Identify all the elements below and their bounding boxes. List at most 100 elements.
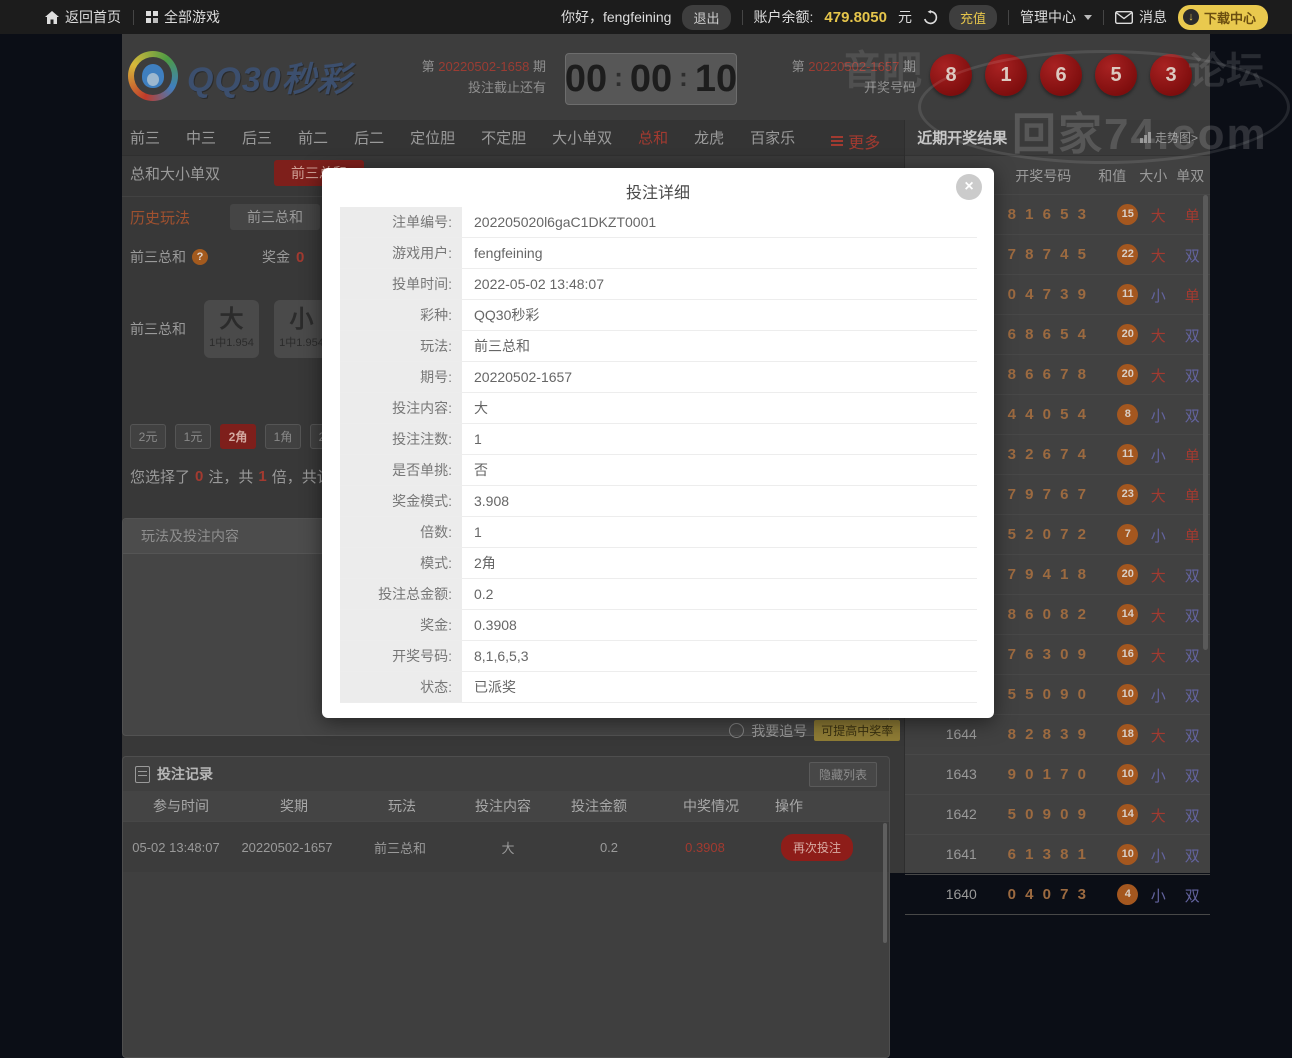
balance-value: 479.8050 <box>824 9 887 26</box>
size-label: 小 <box>1139 685 1177 706</box>
detail-label: 彩种: <box>340 300 462 330</box>
deadline-label: 投注截止还有 <box>372 77 546 98</box>
divider <box>133 10 134 25</box>
detail-row: 奖金: 0.3908 <box>340 610 977 641</box>
bet-option-odds: 1中1.954 <box>279 334 324 350</box>
help-icon[interactable]: ? <box>192 249 208 265</box>
nav-tab[interactable]: 百家乐 <box>750 127 795 148</box>
nav-tab[interactable]: 定位胆 <box>410 127 455 148</box>
denomination-button[interactable]: 1元 <box>175 424 211 449</box>
sum-badge: 23 <box>1117 484 1138 505</box>
history-play-link[interactable]: 历史玩法 <box>130 207 190 228</box>
chase-checkbox[interactable] <box>729 723 744 738</box>
result-digits: 6 8 6 5 4 <box>991 326 1103 343</box>
draw-ball: 6 <box>1040 54 1082 96</box>
detail-label: 奖金模式: <box>340 486 462 516</box>
detail-value: QQ30秒彩 <box>462 300 977 330</box>
refresh-icon[interactable] <box>923 10 938 25</box>
detail-row: 状态: 已派奖 <box>340 672 977 703</box>
nav-tab[interactable]: 前二 <box>298 127 328 148</box>
parity-label: 双 <box>1175 725 1209 746</box>
detail-value: 1 <box>462 517 977 547</box>
nav-tab[interactable]: 后三 <box>242 127 272 148</box>
sum-badge: 14 <box>1117 604 1138 625</box>
sum-badge: 16 <box>1117 644 1138 665</box>
countdown-hours: 00 <box>565 58 607 101</box>
bet-option-button[interactable]: 小 1中1.954 <box>274 300 329 358</box>
detail-value: 1 <box>462 424 977 454</box>
sum-badge: 20 <box>1117 564 1138 585</box>
play-tab[interactable]: 前三总和 <box>230 204 320 230</box>
detail-label: 玩法: <box>340 331 462 361</box>
nav-tab[interactable]: 中三 <box>186 127 216 148</box>
top-bar: 返回首页 全部游戏 你好，fengfeining 退出 账户余额: 479.80… <box>0 0 1292 34</box>
record-content: 大 <box>455 838 561 857</box>
sidebar-scrollbar[interactable] <box>1203 195 1208 650</box>
record-time: 05-02 13:48:07 <box>123 840 229 855</box>
detail-label: 投注注数: <box>340 424 462 454</box>
modal-body: 注单编号: 202205020l6gaC1DKZT0001 游戏用户: feng… <box>340 207 977 703</box>
records-title-group: 投注记录 <box>135 764 213 784</box>
download-center-button[interactable]: ↓ 下载中心 <box>1178 5 1268 30</box>
records-column-header: 投注金额 <box>551 796 647 816</box>
records-column-header: 参与时间 <box>123 796 239 816</box>
bet-option-button[interactable]: 大 1中1.954 <box>204 300 259 358</box>
size-label: 大 <box>1139 645 1177 666</box>
table-row: 05-02 13:48:07 20220502-1657 前三总和 大 0.2 … <box>123 821 889 872</box>
current-issue-number: 20220502-1658 <box>438 59 529 74</box>
records-column-header: 玩法 <box>349 796 455 816</box>
records-scrollbar[interactable] <box>883 823 887 943</box>
parity-label: 双 <box>1175 805 1209 826</box>
result-period: 1640 <box>933 886 989 902</box>
result-row: 1641 6 1 3 8 1 10 小 双 <box>905 835 1210 875</box>
detail-value: 2角 <box>462 548 977 578</box>
detail-row: 投单时间: 2022-05-02 13:48:07 <box>340 269 977 300</box>
nav-tab[interactable]: 不定胆 <box>481 127 526 148</box>
trend-chart-link[interactable]: 走势图> <box>1140 129 1198 146</box>
detail-value: 否 <box>462 455 977 485</box>
group-tab-label[interactable]: 总和大小单双 <box>130 163 220 184</box>
more-label: 更多 <box>848 129 880 153</box>
close-icon[interactable]: × <box>956 174 982 200</box>
nav-tab[interactable]: 龙虎 <box>694 127 724 148</box>
detail-row: 倍数: 1 <box>340 517 977 548</box>
last-issue-block: 第 20220502-1657 期 开奖号码 <box>786 56 916 98</box>
admin-label: 管理中心 <box>1020 7 1076 27</box>
home-link[interactable]: 返回首页 <box>45 7 121 27</box>
detail-label: 奖金: <box>340 610 462 640</box>
result-row: 1640 0 4 0 7 3 4 小 双 <box>905 875 1210 915</box>
nav-tab[interactable]: 大小单双 <box>552 127 612 148</box>
detail-row: 模式: 2角 <box>340 548 977 579</box>
logo[interactable]: QQ30秒彩 <box>128 51 352 101</box>
records-header-row: 参与时间奖期玩法投注内容投注金额中奖情况操作 <box>123 791 889 821</box>
denomination-button[interactable]: 2角 <box>220 424 256 449</box>
logout-button[interactable]: 退出 <box>682 5 730 30</box>
trend-label: 走势图> <box>1155 129 1198 146</box>
admin-menu[interactable]: 管理中心 <box>1020 7 1092 27</box>
recharge-button[interactable]: 充值 <box>949 5 997 30</box>
bar-chart-icon <box>1140 132 1151 143</box>
site-header: QQ30秒彩 第 20220502-1658 期 投注截止还有 00:00:10… <box>122 34 1210 120</box>
size-label: 大 <box>1139 725 1177 746</box>
messages-label: 消息 <box>1139 7 1167 27</box>
hide-list-button[interactable]: 隐藏列表 <box>809 762 877 787</box>
draw-ball: 5 <box>1095 54 1137 96</box>
nav-tab[interactable]: 前三 <box>130 127 160 148</box>
nav-tab[interactable]: 后二 <box>354 127 384 148</box>
detail-label: 模式: <box>340 548 462 578</box>
all-games-link[interactable]: 全部游戏 <box>146 7 220 27</box>
records-column-header: 中奖情况 <box>647 796 775 816</box>
nav-tab[interactable]: 总和 <box>638 127 668 148</box>
denomination-button[interactable]: 2元 <box>130 424 166 449</box>
denomination-button[interactable]: 1角 <box>265 424 301 449</box>
detail-label: 开奖号码: <box>340 641 462 671</box>
sum-badge: 18 <box>1117 724 1138 745</box>
size-label: 小 <box>1139 405 1177 426</box>
messages-link[interactable]: 消息 <box>1115 7 1167 27</box>
record-issue: 20220502-1657 <box>229 840 345 855</box>
modal-title: 投注详细 <box>322 168 994 203</box>
envelope-icon <box>1115 11 1133 24</box>
more-menu[interactable]: 更多 <box>831 129 880 153</box>
rebet-button[interactable]: 再次投注 <box>781 834 853 861</box>
sidebar-title: 近期开奖结果 <box>917 127 1007 148</box>
